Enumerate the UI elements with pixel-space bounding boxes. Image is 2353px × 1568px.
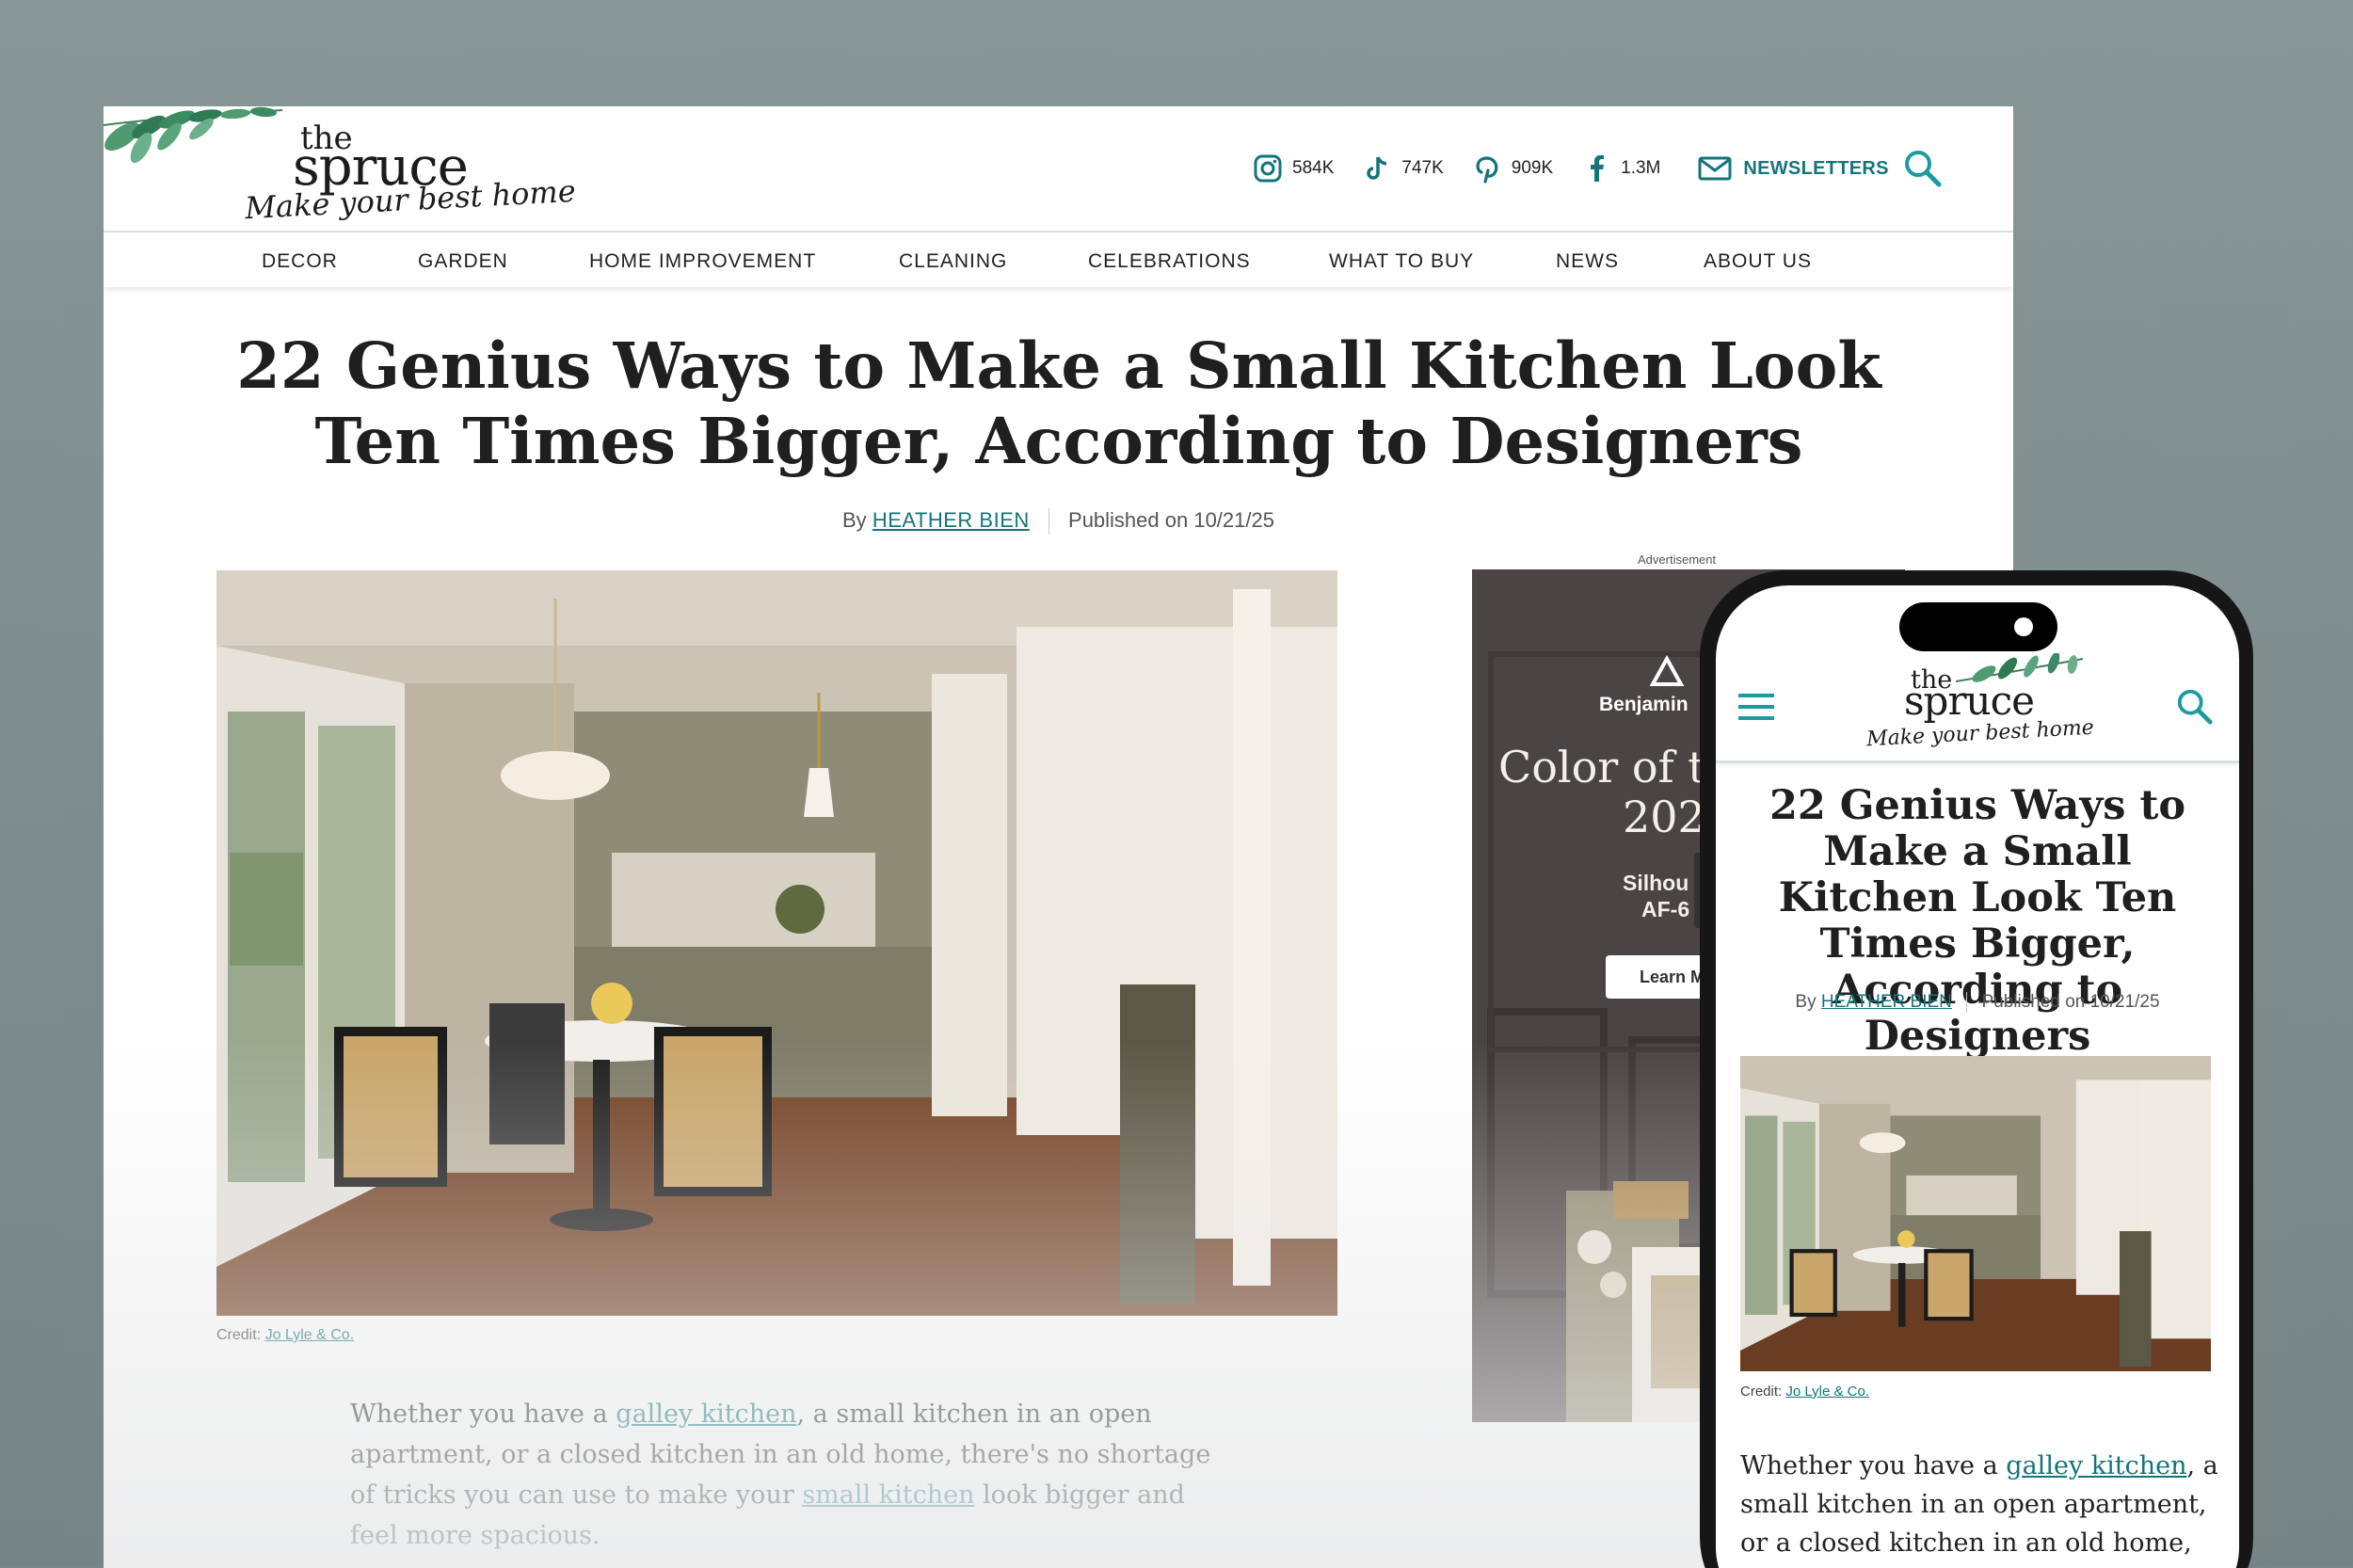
mobile-byline: By HEATHER BIEN Published on 10/21/25 [1716, 992, 2239, 1013]
social-links: 584K 747K 909K 1.3M NEWSLETTERS [1253, 150, 1889, 187]
mobile-hero-image [1740, 1056, 2211, 1371]
credit-link[interactable]: Jo Lyle & Co. [265, 1327, 355, 1343]
site-header: the spruce Make your best home 584K 747K… [104, 106, 2013, 232]
hamburger-menu-icon[interactable] [1737, 692, 1776, 722]
facebook-link[interactable]: 1.3M [1581, 153, 1660, 184]
kitchen-photo [216, 570, 1337, 1316]
mobile-galley-kitchen-link[interactable]: galley kitchen [2006, 1451, 2186, 1480]
byline-by: By [842, 508, 867, 532]
pinterest-icon [1476, 156, 1498, 184]
main-navigation: DECOR GARDEN HOME IMPROVEMENT CLEANING C… [104, 234, 2013, 287]
intro-text-1: Whether you have a [350, 1400, 616, 1429]
dynamic-island [1899, 602, 2057, 651]
mobile-credit-label: Credit: [1740, 1384, 1783, 1400]
nav-item-home-improvement[interactable]: HOME IMPROVEMENT [589, 250, 816, 273]
article-intro: Whether you have a galley kitchen, a sma… [350, 1394, 1221, 1556]
ad-headline-2: 202 [1623, 792, 1705, 842]
pinterest-link[interactable]: 909K [1472, 153, 1553, 184]
article-title: 22 Genius Ways to Make a Small Kitchen L… [236, 328, 1881, 478]
ad-subline-1: Silhou [1623, 871, 1689, 895]
nav-item-decor[interactable]: DECOR [262, 250, 338, 273]
mobile-published-date: Published on 10/21/25 [1981, 992, 2160, 1013]
image-credit: Credit: Jo Lyle & Co. [216, 1327, 354, 1344]
facebook-icon [1591, 155, 1605, 182]
mobile-intro-text-1: Whether you have a [1740, 1451, 2007, 1480]
tiktok-icon [1367, 156, 1387, 180]
nav-item-about-us[interactable]: ABOUT US [1704, 250, 1812, 273]
newsletters-link[interactable]: NEWSLETTERS [1698, 155, 1888, 182]
mail-icon [1698, 156, 1732, 181]
ad-subline-2: AF-6 [1641, 897, 1690, 921]
nav-item-news[interactable]: NEWS [1556, 250, 1619, 273]
instagram-icon [1254, 154, 1282, 183]
nav-item-what-to-buy[interactable]: WHAT TO BUY [1329, 250, 1474, 273]
instagram-link[interactable]: 584K [1253, 153, 1334, 184]
camera-icon [2014, 617, 2033, 636]
mobile-article-intro: Whether you have a galley kitchen, a sma… [1740, 1447, 2220, 1568]
mobile-kitchen-photo [1740, 1056, 2211, 1371]
mobile-search-icon[interactable] [2175, 687, 2215, 727]
nav-item-celebrations[interactable]: CELEBRATIONS [1088, 250, 1251, 273]
search-icon[interactable] [1902, 148, 1944, 189]
ad-brand: Benjamin [1599, 694, 1689, 715]
mobile-image-credit: Credit: Jo Lyle & Co. [1740, 1384, 1869, 1400]
small-kitchen-link[interactable]: small kitchen [802, 1480, 974, 1510]
advertisement-label: Advertisement [1638, 552, 1717, 567]
tiktok-link[interactable]: 747K [1362, 153, 1444, 184]
mobile-article-title: 22 Genius Ways to Make a Small Kitchen L… [1769, 782, 2186, 1060]
facebook-count: 1.3M [1621, 158, 1661, 178]
mobile-credit-link[interactable]: Jo Lyle & Co. [1785, 1384, 1869, 1400]
mobile-author-link[interactable]: HEATHER BIEN [1821, 992, 1952, 1012]
published-date: Published on 10/21/25 [1068, 508, 1274, 532]
author-link[interactable]: HEATHER BIEN [872, 508, 1030, 532]
mobile-byline-divider [1966, 992, 1968, 1013]
credit-label: Credit: [216, 1327, 262, 1343]
instagram-count: 584K [1292, 158, 1335, 178]
byline-divider [1048, 508, 1049, 536]
galley-kitchen-link[interactable]: galley kitchen [616, 1400, 796, 1429]
ad-headline-1: Color of t [1498, 742, 1705, 792]
leaf-decoration-icon [104, 106, 283, 164]
pinterest-count: 909K [1511, 158, 1554, 178]
byline: By HEATHER BIEN Published on 10/21/25 [104, 508, 2013, 536]
mobile-byline-by: By [1795, 992, 1817, 1013]
mobile-logo-tagline: Make your best home [1865, 715, 2095, 752]
phone-screen: the spruce Make your best home 22 Genius… [1716, 585, 2239, 1568]
mobile-logo-spruce[interactable]: spruce [1904, 678, 2035, 724]
nav-item-cleaning[interactable]: CLEANING [899, 250, 1007, 273]
nav-item-garden[interactable]: GARDEN [418, 250, 508, 273]
hero-image [216, 570, 1337, 1316]
newsletters-label: NEWSLETTERS [1743, 157, 1889, 179]
tiktok-count: 747K [1401, 158, 1444, 178]
